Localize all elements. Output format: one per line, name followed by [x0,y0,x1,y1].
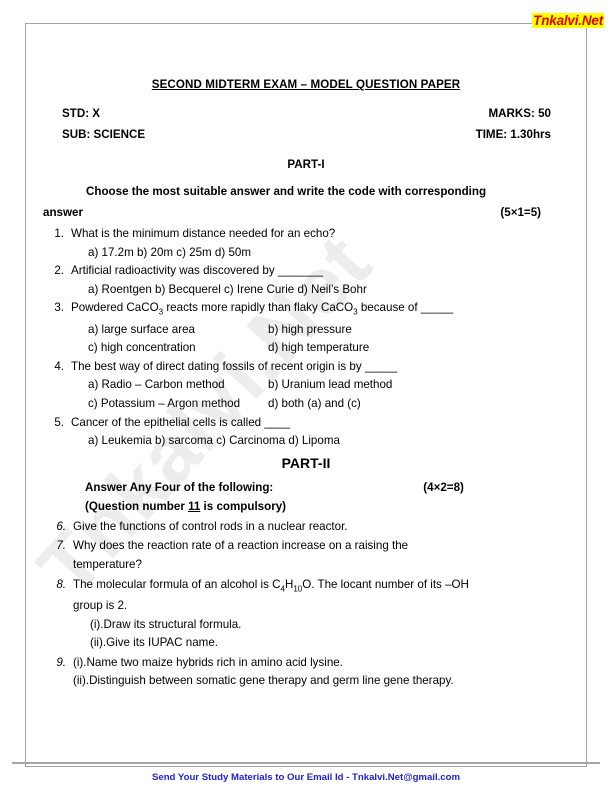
part-1-question-list: 1. What is the minimum distance needed f… [43,228,569,447]
part-2-heading: PART-II [281,454,331,471]
part-2-instruction-line-1: Answer Any Four of the following: (4×2=8… [85,481,569,494]
option-right: b) high pressure [268,322,352,336]
question-number: 8. [56,577,66,591]
compulsory-question-number: 11 [188,499,201,513]
question-text: Artificial radioactivity was discovered … [71,264,323,278]
exam-meta-row-1: STD: X MARKS: 50 [43,107,569,120]
part-1-heading: PART-I [287,158,325,171]
exam-meta-row-2: SUB: SCIENCE TIME: 1.30hrs [43,128,569,141]
question-subpart: (ii).Distinguish between somatic gene th… [73,674,454,688]
question-item: 2. Artificial radioactivity was discover… [43,265,569,295]
question-number: 9. [56,655,66,669]
part-1-instructions: Choose the most suitable answer and writ… [43,185,569,219]
option-left: c) high concentration [88,341,196,355]
option-line: a) large surface area b) high pressure [88,324,569,336]
question-number: 7. [56,539,66,553]
question-text: (i).Name two maize hybrids rich in amino… [73,655,343,669]
compulsory-pre: (Question number [85,499,189,513]
question-number: 1. [54,227,64,240]
question-item: 7. Why does the reaction rate of a react… [43,540,569,570]
question-number: 3. [54,301,64,315]
question-text: Cancer of the epithelial cells is called… [71,415,291,429]
question-options: a) Roentgen b) Becquerel c) Irene Curie … [71,284,569,296]
marks-label: MARKS: 50 [488,107,552,120]
subject-label: SUB: SCIENCE [62,128,146,141]
site-logo-text: Tnkalvi.Net [532,13,604,28]
part-1-marks: (5×1=5) [500,206,541,219]
option-right: b) Uranium lead method [268,378,393,392]
question-item: 6. Give the functions of control rods in… [43,521,569,533]
page-title: SECOND MIDTERM EXAM – MODEL QUESTION PAP… [151,78,461,91]
option-line: a) Radio – Carbon method b) Uranium lead… [88,379,569,391]
question-item: 3. Powdered CaCO3 reacts more rapidly th… [43,302,569,354]
question-text-continuation: temperature? [73,558,142,572]
question-options: a) large surface area b) high pressure c… [71,324,569,354]
question-item: 5. Cancer of the epithelial cells is cal… [43,415,569,447]
question-number: 6. [56,519,66,533]
option-line: a) Roentgen b) Becquerel c) Irene Curie … [88,282,367,296]
question-text: Give the functions of control rods in a … [73,519,348,533]
part-1-instruction-line-2: answer (5×1=5) [43,206,569,219]
option-line: c) Potassium – Argon method d) both (a) … [88,398,569,410]
option-right: d) both (a) and (c) [268,397,361,411]
question-number: 2. [54,264,64,278]
question-item: 9. (i).Name two maize hybrids rich in am… [43,655,569,688]
option-line: c) high concentration d) high temperatur… [88,342,569,354]
part-2-instructions: Answer Any Four of the following: (4×2=8… [43,481,569,513]
question-text: Powdered CaCO3 reacts more rapidly than … [71,301,454,317]
option-right: d) high temperature [268,341,370,355]
part-2-question-list: 6. Give the functions of control rods in… [43,521,569,687]
question-text: What is the minimum distance needed for … [71,227,336,240]
document-content: SECOND MIDTERM EXAM – MODEL QUESTION PAP… [25,23,587,767]
question-subpart: (ii).Give its IUPAC name. [90,636,218,650]
option-left: c) Potassium – Argon method [88,397,241,411]
question-subpart: (i).Draw its structural formula. [90,617,242,631]
option-left: a) Radio – Carbon method [88,378,225,392]
option-line: a) 17.2m b) 20m c) 25m d) 50m [88,245,252,259]
question-number: 4. [54,359,64,373]
compulsory-post: is compulsory) [200,499,287,513]
question-item: 8. The molecular formula of an alcohol i… [43,577,569,650]
question-options: a) Leukemia b) sarcoma c) Carcinoma d) L… [71,435,569,447]
footer-note: Send Your Study Materials to Our Email I… [151,772,461,783]
part-2-instruction-line-2: (Question number 11 is compulsory) [85,500,569,513]
part-1-instruction-line-1: Choose the most suitable answer and writ… [86,185,487,198]
part-1-instruction-answer-word: answer [43,206,83,219]
question-item: 4. The best way of direct dating fossils… [43,361,569,410]
part-2-instruction-text: Answer Any Four of the following: [85,480,274,494]
option-line: a) Leukemia b) sarcoma c) Carcinoma d) L… [88,434,340,448]
std-label: STD: X [62,107,101,120]
question-options: a) Radio – Carbon method b) Uranium lead… [71,379,569,409]
question-text: Why does the reaction rate of a reaction… [73,539,409,553]
option-left: a) large surface area [88,322,195,336]
question-text: The best way of direct dating fossils of… [71,359,398,373]
question-options: a) 17.2m b) 20m c) 25m d) 50m [71,245,569,259]
question-text: The molecular formula of an alcohol is C… [73,577,469,593]
site-logo: Tnkalvi.Net [532,12,604,30]
question-item: 1. What is the minimum distance needed f… [43,228,569,258]
question-number: 5. [54,415,64,429]
part-2-marks: (4×2=8) [423,480,464,494]
time-label: TIME: 1.30hrs [475,128,551,141]
question-text-continuation: group is 2. [73,598,128,612]
